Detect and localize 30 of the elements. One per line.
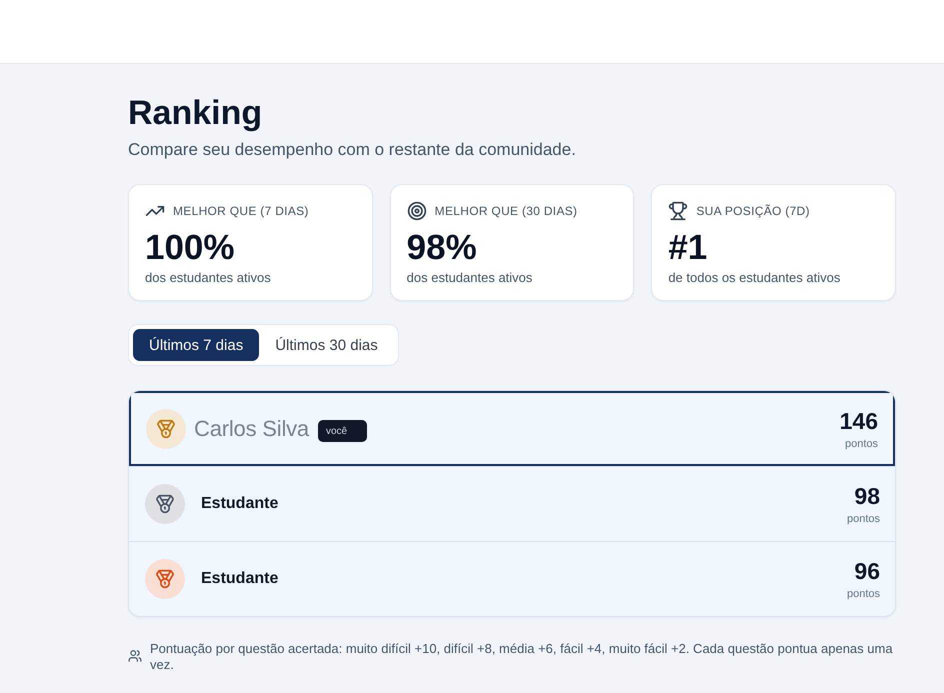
score-unit: pontos [846, 512, 880, 526]
medal-icon [145, 559, 185, 599]
period-tab[interactable]: Últimos 7 dias [133, 329, 260, 361]
stat-caption: dos estudantes ativos [145, 270, 271, 285]
trophy-icon [668, 201, 688, 221]
medal-icon [145, 484, 185, 524]
medal-icon [146, 408, 186, 448]
page-title: Ranking [128, 93, 262, 133]
user-name: Estudante [201, 495, 278, 513]
score-value: 96 [854, 557, 880, 585]
period-tab[interactable]: Últimos 30 dias [259, 329, 394, 361]
score-value: 146 [840, 406, 878, 434]
stat-label: SUA POSIÇÃO (7D) [696, 204, 810, 218]
stat-label: MELHOR QUE (7 DIAS) [173, 204, 309, 218]
user-name: Estudante [201, 570, 278, 588]
score-value: 98 [854, 482, 880, 510]
stat-value: #1 [668, 228, 708, 268]
scoring-note: Pontuação por questão acertada: muito difícil +10, difícil +8, média +6, fácil +4, muito fácil +2. Cada questão pontua apenas uma vez. [150, 641, 894, 673]
stat-value: 98% [406, 228, 477, 268]
stat-label: MELHOR QUE (30 DIAS) [434, 204, 578, 218]
stat-caption: dos estudantes ativos [406, 270, 532, 285]
target-icon [406, 201, 427, 221]
score-unit: pontos [846, 587, 880, 601]
stat-caption: de todos os estudantes ativos [668, 270, 840, 285]
score-unit: pontos [844, 436, 878, 450]
you-tag: você [318, 420, 368, 442]
page-subtitle: Compare seu desempenho com o restante da comunidade. [128, 139, 576, 161]
users-icon [128, 649, 142, 663]
user-name: Carlos Silva [194, 416, 309, 442]
stat-value: 100% [145, 228, 235, 268]
